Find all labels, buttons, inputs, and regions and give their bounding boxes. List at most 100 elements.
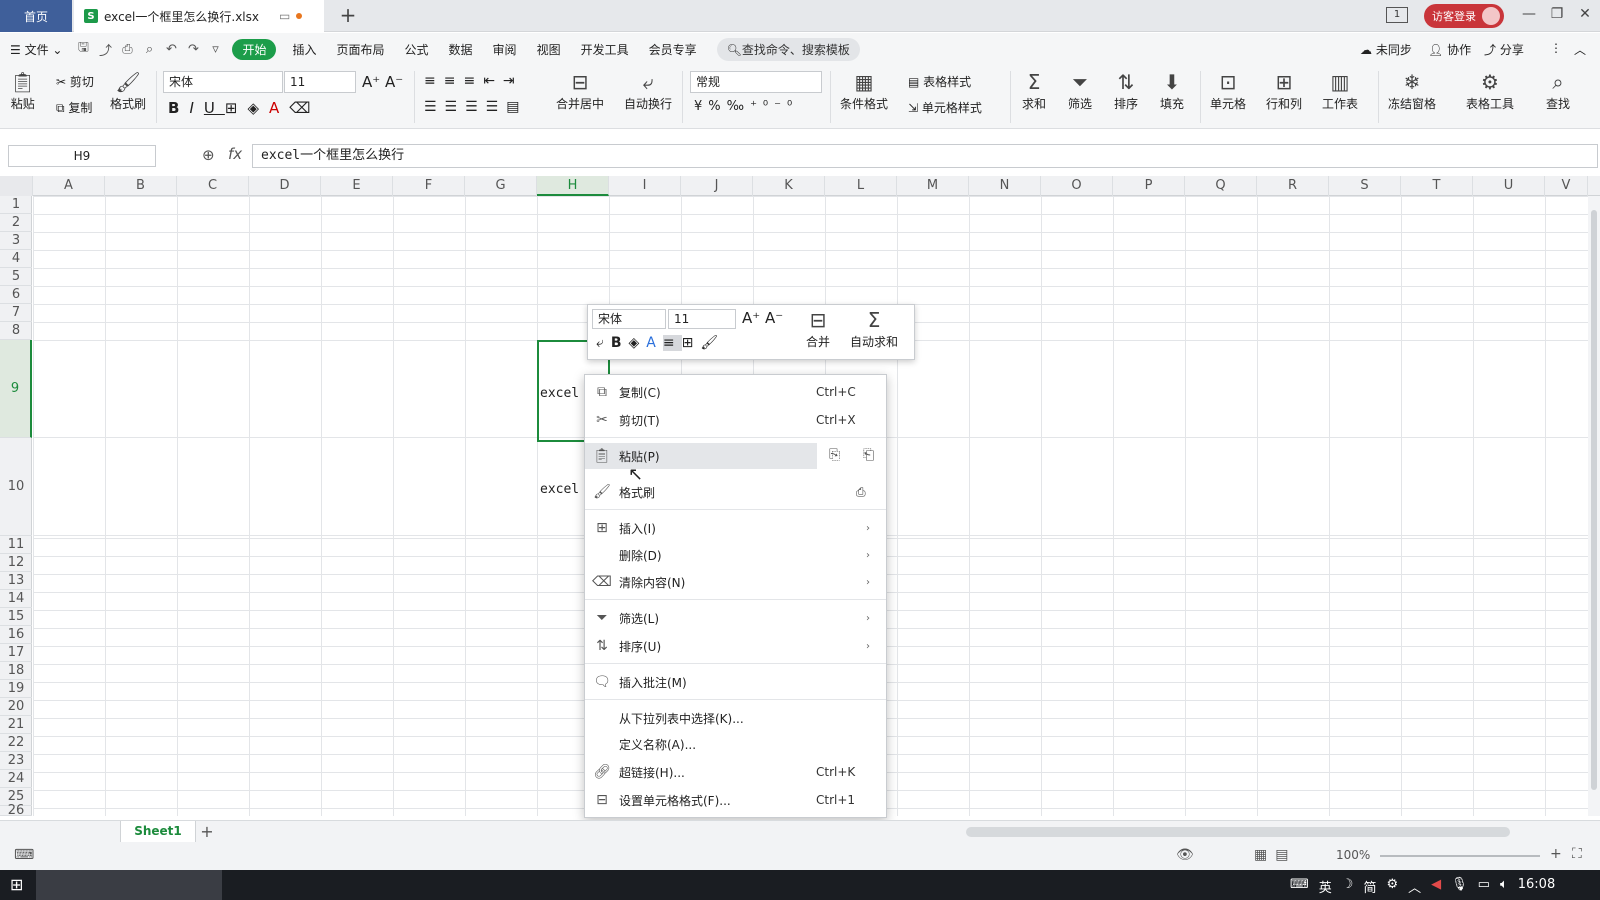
restore-icon[interactable]: ❐ — [1546, 6, 1568, 26]
menu-hyperlink[interactable]: 🔗︎ 超链接(H)... Ctrl+K — [585, 759, 886, 785]
underline-icon[interactable]: U — [204, 99, 225, 117]
chevron-up-icon[interactable]: ︿ — [1408, 877, 1421, 896]
row-header[interactable]: 19 — [0, 680, 32, 698]
col-header[interactable]: I — [609, 176, 681, 196]
col-header[interactable]: S — [1329, 176, 1401, 196]
row-header[interactable]: 20 — [0, 698, 32, 716]
zoom-in-icon[interactable]: + — [1550, 846, 1562, 862]
col-header[interactable]: F — [393, 176, 465, 196]
tab-member[interactable]: 会员专享 — [639, 41, 707, 58]
fill-color-icon[interactable]: ◈ — [247, 99, 269, 117]
align-top-row[interactable]: ≡≡≡⇤⇥ — [424, 73, 523, 89]
eraser-icon[interactable]: ⌫ — [289, 99, 320, 117]
menu-clear[interactable]: ⌫ 清除内容(N) › — [585, 569, 886, 595]
windows-start-icon[interactable]: ⊞ — [10, 875, 23, 894]
select-all-corner[interactable] — [0, 176, 33, 196]
filter-button[interactable]: ⏷ 筛选 — [1068, 69, 1092, 112]
customize-icon[interactable]: ▿ — [204, 42, 226, 57]
minimize-icon[interactable]: — — [1518, 6, 1540, 26]
table-tools-button[interactable]: ⚙ 表格工具 — [1466, 69, 1514, 112]
row-header[interactable]: 5 — [0, 268, 32, 286]
col-header[interactable]: P — [1113, 176, 1185, 196]
tab-file[interactable]: S excel一个框里怎么换行.xlsx ▭ — [74, 0, 324, 32]
col-header[interactable]: N — [969, 176, 1041, 196]
tab-formula[interactable]: 公式 — [395, 41, 439, 58]
mini-autosum-button[interactable]: Σ 自动求和 — [850, 307, 898, 350]
row-header[interactable]: 10 — [0, 438, 32, 536]
painter-extra-icon[interactable]: ⎙ — [856, 485, 886, 500]
col-header[interactable]: J — [681, 176, 753, 196]
row-header[interactable]: 24 — [0, 770, 32, 788]
row-header[interactable]: 22 — [0, 734, 32, 752]
merge-center-button[interactable]: ⊟ 合并居中 — [556, 69, 604, 112]
bold-icon[interactable]: B — [168, 99, 189, 117]
row-header[interactable]: 2 — [0, 214, 32, 232]
sheet-tab-sheet1[interactable]: Sheet1 — [120, 821, 196, 842]
number-format-select[interactable]: 常规 — [690, 71, 822, 93]
border-icon[interactable]: ⊞ — [225, 99, 248, 117]
cell-style-button[interactable]: ⇲ 单元格样式 — [908, 99, 982, 116]
row-header[interactable]: 7 — [0, 304, 32, 322]
menu-insert[interactable]: ⊞ 插入(I) › — [585, 515, 886, 541]
menu-cut[interactable]: ✂ 剪切(T) Ctrl+X — [585, 407, 886, 433]
horizontal-scrollbar[interactable] — [966, 827, 1510, 837]
cut-button[interactable]: ✂ 剪切 — [56, 73, 94, 90]
copy-button[interactable]: ⧉ 复制 — [56, 99, 92, 116]
zoom-formula-icon[interactable]: ⊕ — [202, 146, 215, 164]
mini-merge-button[interactable]: ⊟ 合并 — [806, 307, 830, 350]
tab-insert[interactable]: 插入 — [282, 41, 326, 58]
row-header[interactable]: 17 — [0, 644, 32, 662]
flag-icon[interactable]: ◀ — [1431, 877, 1441, 896]
col-header[interactable]: D — [249, 176, 321, 196]
fill-button[interactable]: ⬇ 填充 — [1160, 69, 1184, 112]
mini-font-color-icon[interactable]: A — [646, 335, 663, 351]
row-header[interactable]: 18 — [0, 662, 32, 680]
col-header[interactable]: U — [1473, 176, 1545, 196]
font-style-buttons[interactable]: BIU⊞◈A⌫ — [168, 99, 320, 117]
zoom-slider[interactable] — [1380, 855, 1540, 857]
cond-format-button[interactable]: ▦ 条件格式 — [840, 69, 888, 112]
worksheet-button[interactable]: ▥ 工作表 — [1322, 69, 1358, 112]
col-header[interactable]: E — [321, 176, 393, 196]
cell-button[interactable]: ⊡ 单元格 — [1210, 69, 1246, 112]
mini-painter-icon[interactable]: 🖌︎ — [700, 335, 725, 351]
undo-icon[interactable]: ↶ — [160, 42, 182, 57]
menu-define-name[interactable]: 定义名称(A)... — [585, 731, 886, 757]
redo-icon[interactable]: ↷ — [182, 42, 204, 57]
login-button[interactable]: 访客登录 — [1424, 4, 1504, 28]
settings-icon[interactable]: ⚙ — [1386, 877, 1398, 896]
mini-wrap-icon[interactable]: ⤶ — [596, 335, 611, 351]
row-header[interactable]: 6 — [0, 286, 32, 304]
col-header[interactable]: B — [105, 176, 177, 196]
paste-special-icon[interactable]: ⎗ — [863, 447, 874, 463]
row-header[interactable]: 23 — [0, 752, 32, 770]
col-header[interactable]: R — [1257, 176, 1329, 196]
mini-font-name[interactable]: 宋体 — [592, 309, 666, 329]
sync-status[interactable]: ☁ 未同步 — [1360, 41, 1412, 58]
format-painter-button[interactable]: 🖌︎ 格式刷 — [110, 69, 146, 112]
monitor-icon[interactable]: ▭ — [279, 9, 290, 23]
export-icon[interactable]: ⤴ — [94, 40, 116, 59]
col-header[interactable]: G — [465, 176, 537, 196]
workspace-icon[interactable]: 1 — [1386, 7, 1408, 23]
italic-icon[interactable]: I — [189, 99, 203, 117]
row-header[interactable]: 12 — [0, 554, 32, 572]
mini-border-icon[interactable]: ⊞ — [682, 335, 701, 351]
col-header[interactable]: T — [1401, 176, 1473, 196]
file-menu[interactable]: ☰ 文件 ⌄ — [0, 41, 72, 58]
formula-input[interactable]: excel一个框里怎么换行 — [252, 144, 1598, 168]
col-header[interactable]: L — [825, 176, 897, 196]
menu-paste[interactable]: 📋︎ 粘贴(P) — [585, 443, 817, 469]
more-icon[interactable]: ⋮ — [1550, 41, 1562, 55]
mini-bold-icon[interactable]: B — [611, 335, 629, 351]
menu-insert-comment[interactable]: 🗨︎ 插入批注(M) — [585, 669, 886, 695]
tab-page-layout[interactable]: 页面布局 — [327, 41, 395, 58]
col-header[interactable]: K — [753, 176, 825, 196]
command-search[interactable]: 🔍︎查找命令、搜索模板 — [716, 37, 860, 61]
row-col-button[interactable]: ⊞ 行和列 — [1266, 69, 1302, 112]
mini-font-size[interactable]: 11 — [668, 309, 736, 329]
sum-button[interactable]: Σ 求和 — [1022, 69, 1046, 112]
keyboard-icon[interactable]: ⌨ — [1290, 877, 1309, 896]
paste-button[interactable]: 📋︎ 粘贴 — [10, 69, 35, 112]
row-header-active[interactable]: 9 — [0, 340, 32, 438]
